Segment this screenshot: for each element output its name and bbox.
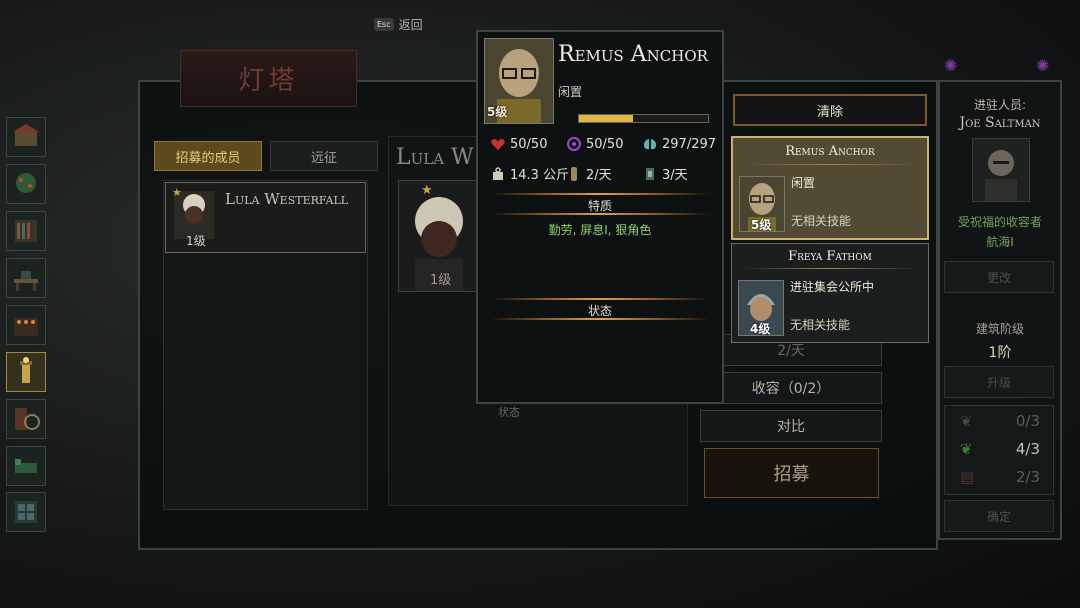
weight-icon xyxy=(493,166,503,180)
food-stat: 2/天 xyxy=(566,164,612,183)
divider-top-state xyxy=(490,298,710,300)
resident-traits: 受祝福的收容者 航海I xyxy=(938,212,1062,252)
resident-label: 进驻人员: xyxy=(973,98,1027,112)
state-label: 状态 xyxy=(587,304,612,318)
resource-row-2: ❦ 4/3 xyxy=(960,440,1040,458)
stamina-stat: 297/297 xyxy=(642,136,716,152)
back-label: 返回 xyxy=(398,18,423,32)
lungs-icon xyxy=(644,139,656,150)
building-icon-storage[interactable] xyxy=(6,492,46,532)
character-name: Remus Anchor xyxy=(558,42,708,67)
esc-key-icon: Esc xyxy=(374,18,394,31)
resource-count-2: 4/3 xyxy=(1015,440,1040,458)
resident-portrait[interactable] xyxy=(972,138,1030,202)
building-icon-garden[interactable] xyxy=(6,164,46,204)
experience-bar xyxy=(578,114,709,123)
character-level: 5级 xyxy=(487,105,508,119)
building-title: 灯塔 xyxy=(238,66,299,96)
character-status: 闲置 xyxy=(558,85,583,99)
divider-top-traits xyxy=(490,193,710,195)
sanity-stat: 50/50 xyxy=(566,136,623,152)
candidate-status: 闲置 xyxy=(791,176,816,190)
candidate-level: 5级 xyxy=(751,218,772,232)
tab-recruited-members[interactable]: 招募的成员 xyxy=(154,141,262,171)
star-icon: ★ xyxy=(172,186,182,199)
candidate-name: Freya Fathom xyxy=(788,249,872,264)
building-stage-value: 1阶 xyxy=(988,345,1012,361)
detail-member-name: Lula W xyxy=(396,145,474,170)
candidate-card-remus[interactable]: Remus Anchor 5级 闲置 无相关技能 xyxy=(731,136,929,240)
health-stat: 50/50 xyxy=(490,136,547,152)
brain-icon xyxy=(567,137,581,151)
wood-icon: ▤ xyxy=(960,468,975,486)
tab-expedition[interactable]: 远征 xyxy=(270,141,378,171)
traits-label: 特质 xyxy=(587,199,612,213)
food-value: 2/天 xyxy=(586,168,612,183)
experience-bar-fill xyxy=(579,115,634,122)
back-control[interactable]: Esc 返回 xyxy=(374,16,423,33)
candidate-divider xyxy=(743,164,919,165)
building-icon-library[interactable] xyxy=(6,211,46,251)
food-icon xyxy=(571,166,577,181)
heart-icon xyxy=(491,139,505,150)
candidate-name: Remus Anchor xyxy=(785,144,875,159)
compare-button[interactable]: 对比 xyxy=(700,410,882,442)
detail-member-level: 1级 xyxy=(430,273,452,288)
divider-bottom-traits xyxy=(490,213,710,215)
carry-value: 14.3 公斤 xyxy=(510,168,570,183)
water-stat: 3/天 xyxy=(642,164,688,183)
building-stage-label: 建筑阶级 xyxy=(975,322,1024,336)
candidate-skill: 无相关技能 xyxy=(790,318,851,332)
detail-star-icon: ★ xyxy=(421,183,433,198)
carry-stat: 14.3 公斤 xyxy=(490,164,569,183)
candidate-status: 进驻集会公所中 xyxy=(790,280,875,294)
ornament-left-icon: ✺ xyxy=(944,56,958,75)
traits-value: 勤劳, 屏息I, 狠角色 xyxy=(548,223,652,237)
candidate-skill: 无相关技能 xyxy=(791,214,852,228)
sanity-value: 50/50 xyxy=(586,136,624,152)
building-icon-lighthouse[interactable] xyxy=(6,352,46,392)
resident-trait-1: 受祝福的收容者 xyxy=(957,215,1042,229)
building-title-banner: 灯塔 xyxy=(180,50,357,107)
roster-member-name: Lula Westerfall xyxy=(225,190,349,208)
water-icon xyxy=(646,167,654,180)
shelter-button[interactable]: 收容（0/2） xyxy=(700,372,882,404)
upgrade-button[interactable]: 升级 xyxy=(944,366,1054,398)
candidate-divider xyxy=(742,268,918,269)
confirm-button[interactable]: 确定 xyxy=(944,500,1054,532)
resident-name: Joe Saltman xyxy=(959,115,1041,131)
plant-icon: ❦ xyxy=(960,440,973,458)
water-value: 3/天 xyxy=(662,168,688,183)
building-icon-tavern[interactable] xyxy=(6,305,46,345)
building-icon-infirmary[interactable] xyxy=(6,446,46,486)
stamina-value: 297/297 xyxy=(662,136,717,152)
building-icon-clockwork[interactable] xyxy=(6,399,46,439)
roster-member-level: 1级 xyxy=(186,234,206,248)
health-value: 50/50 xyxy=(510,136,548,152)
candidate-level: 4级 xyxy=(750,322,771,336)
resource-row-1: ❦ 0/3 xyxy=(960,412,1040,430)
candidate-card-freya[interactable]: Freya Fathom 4级 进驻集会公所中 无相关技能 xyxy=(731,243,929,343)
resource-count-3: 2/3 xyxy=(1015,468,1040,486)
resource-count-1: 0/3 xyxy=(1015,412,1040,430)
change-resident-button[interactable]: 更改 xyxy=(944,261,1054,293)
detail-status-label: 状态 xyxy=(498,406,520,419)
recruit-button[interactable]: 招募 xyxy=(704,448,879,498)
ornament-right-icon: ✺ xyxy=(1036,56,1050,75)
resource-row-3: ▤ 2/3 xyxy=(960,468,1040,486)
herb-icon: ❦ xyxy=(960,412,973,430)
resident-trait-2: 航海I xyxy=(986,235,1014,249)
building-icon-workbench[interactable] xyxy=(6,258,46,298)
divider-bottom-state xyxy=(490,318,710,320)
building-icon-workshop[interactable] xyxy=(6,117,46,157)
clear-button[interactable]: 清除 xyxy=(733,94,927,126)
